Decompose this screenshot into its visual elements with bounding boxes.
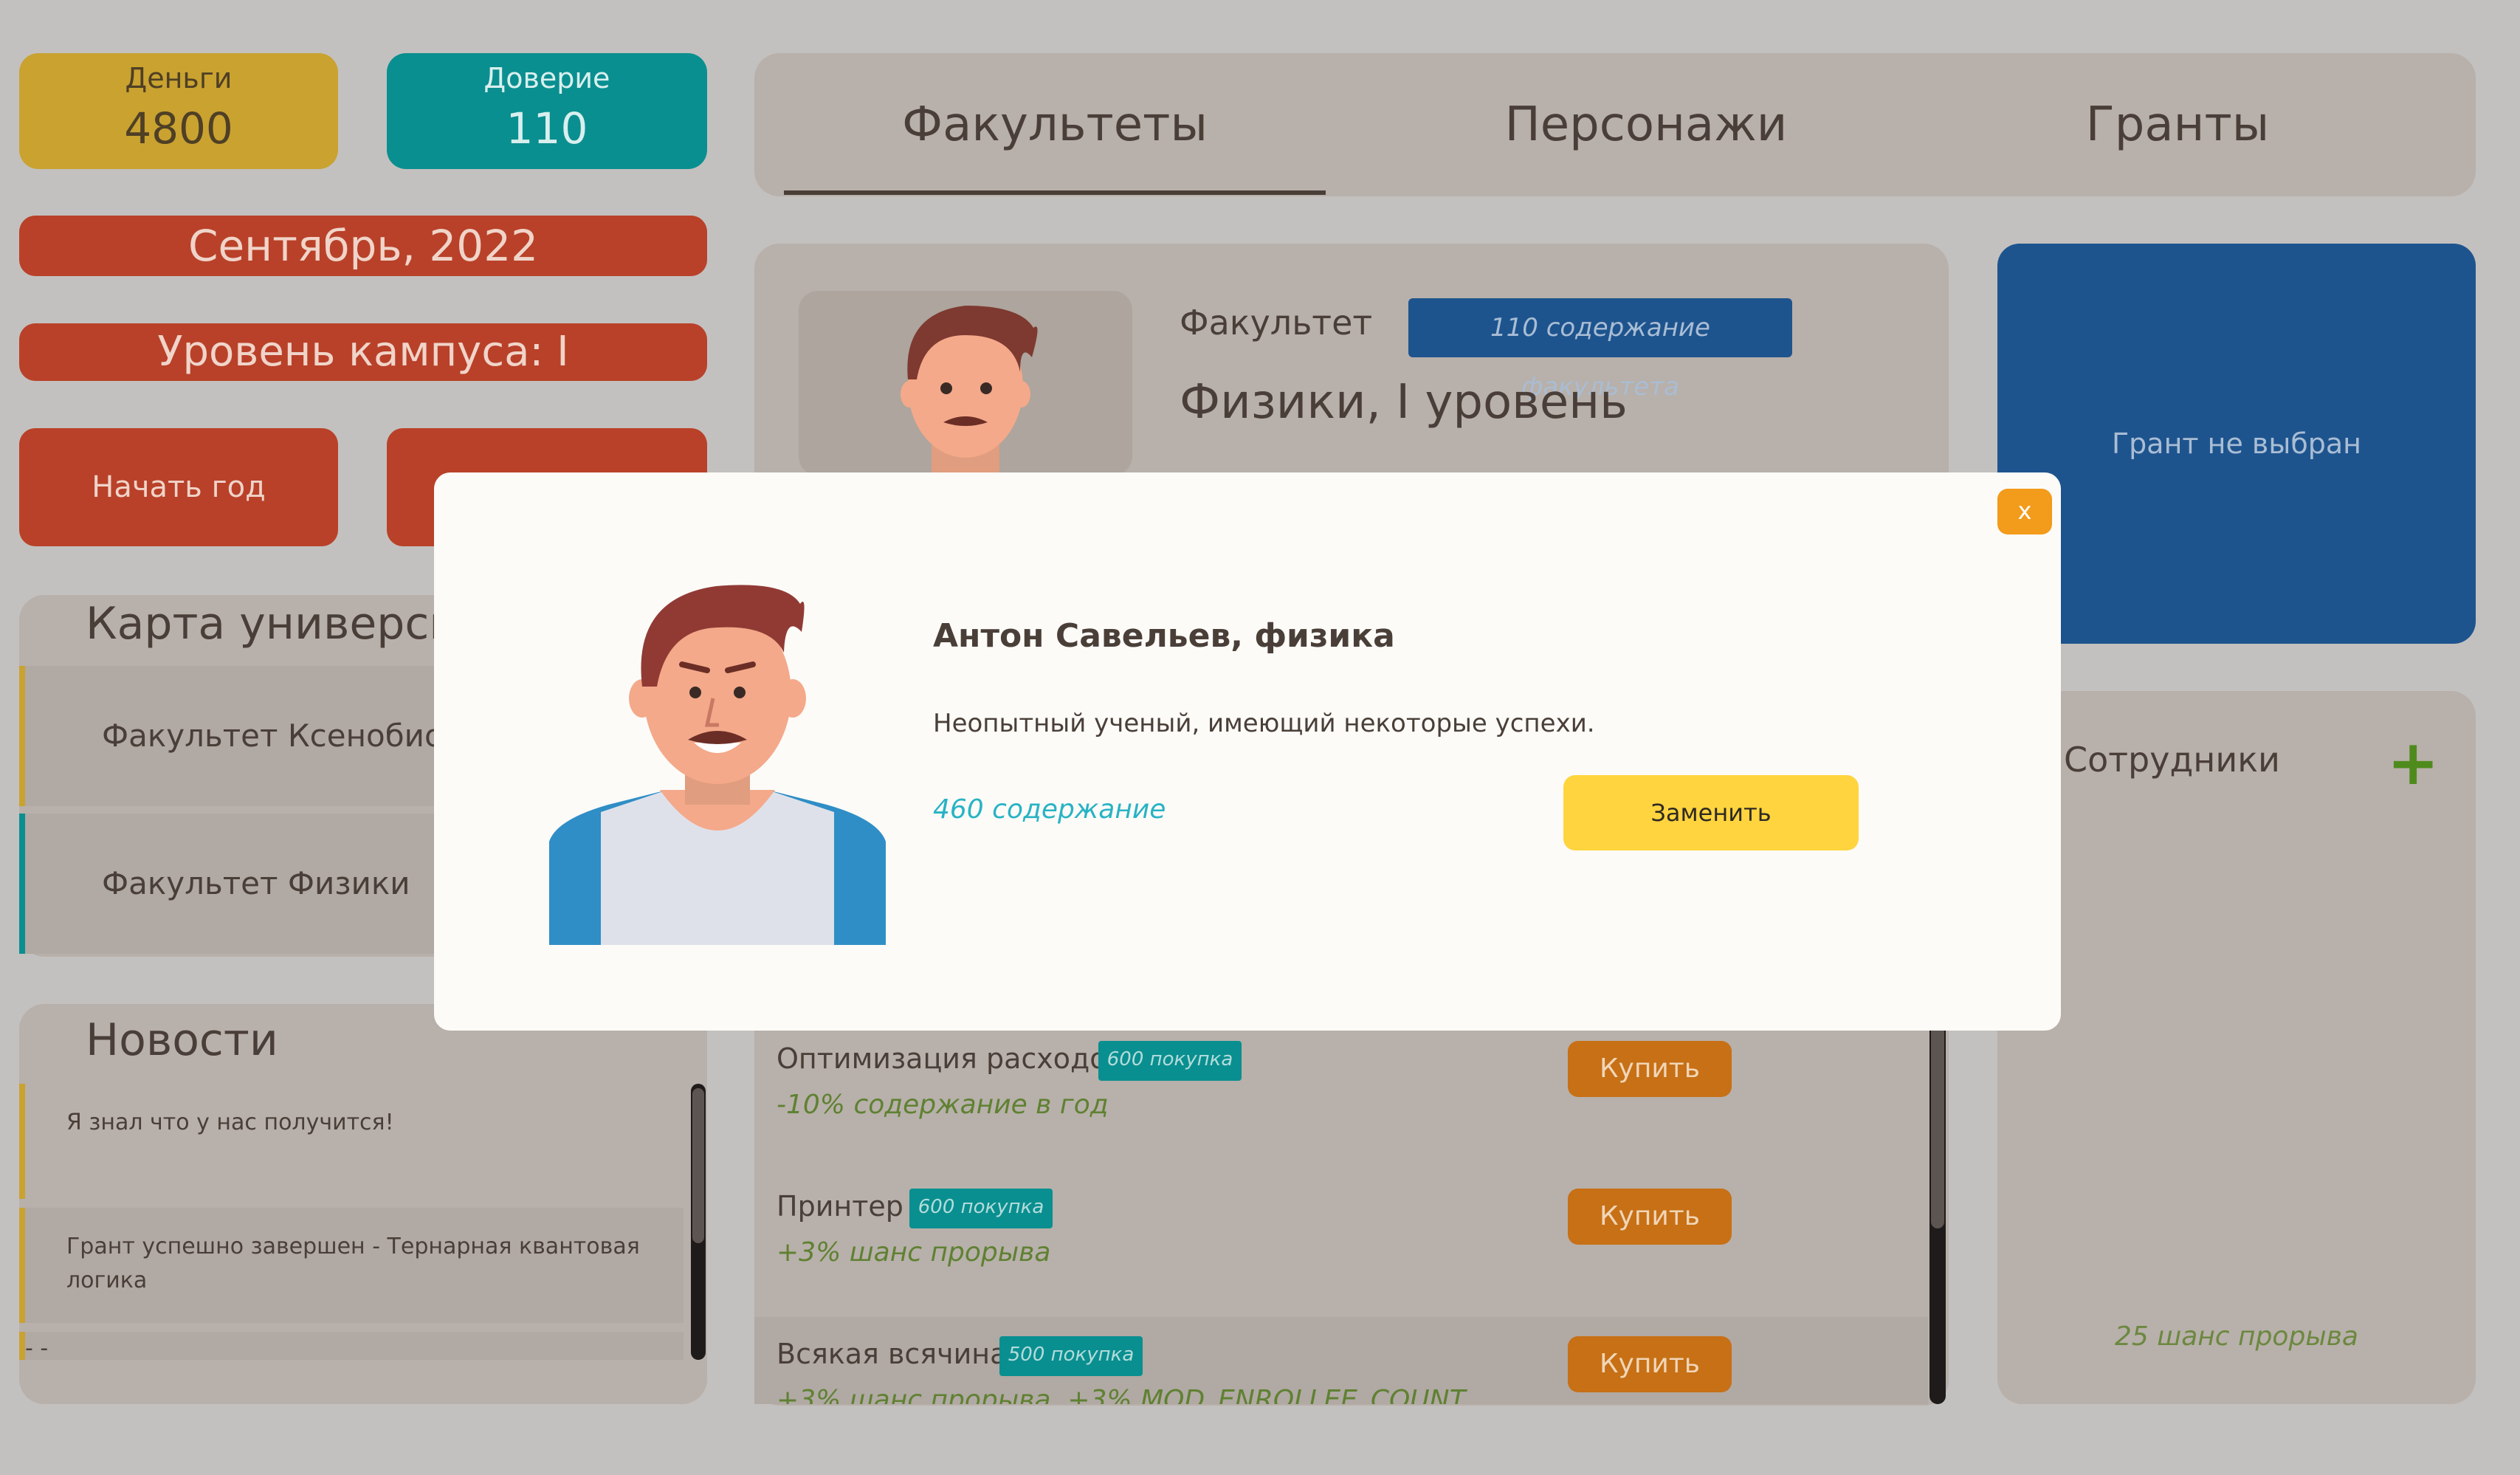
money-label: Деньги <box>125 62 233 94</box>
character-upkeep: 460 содержание <box>933 794 1166 825</box>
faculty-name: Физики, I уровень <box>1180 375 1628 430</box>
upgrade-row: Принтер 600 покупка +3% шанс прорыва Куп… <box>754 1169 1928 1314</box>
upgrade-price-badge: 600 покупка <box>1098 1041 1242 1081</box>
upgrade-name: Всякая всячина <box>777 1338 1008 1370</box>
upgrade-effect: +3% шанс прорыва <box>777 1237 1051 1268</box>
add-staff-icon[interactable]: + <box>2387 726 2439 799</box>
news-item: Я знал что у нас получится! <box>19 1084 684 1199</box>
staff-breakthrough-chance: 25 шанс прорыва <box>2115 1321 2358 1352</box>
faculty-label: Факультет <box>1180 303 1373 343</box>
upgrade-effect: +3% шанс прорыва, +3% MOD_ENROLLEE_COUNT <box>777 1385 1466 1404</box>
close-button[interactable]: x <box>1997 489 2052 534</box>
staff-title: Сотрудники <box>2064 740 2280 780</box>
character-description: Неопытный ученый, имеющий некоторые успе… <box>933 709 1595 738</box>
campus-level-display: Уровень кампуса: I <box>19 323 707 381</box>
upgrade-effect: -10% содержание в год <box>777 1090 1109 1120</box>
tab-characters[interactable]: Персонажи <box>1402 53 1890 196</box>
character-avatar-icon <box>549 585 886 945</box>
upgrade-price-badge: 600 покупка <box>909 1189 1053 1228</box>
buy-button[interactable]: Купить <box>1568 1336 1732 1392</box>
tab-faculties[interactable]: Факультеты <box>784 53 1326 196</box>
upgrade-name: Оптимизация расходов <box>777 1042 1123 1075</box>
money-value: 4800 <box>124 103 233 154</box>
news-scrollbar-thumb[interactable] <box>692 1088 704 1243</box>
buy-button[interactable]: Купить <box>1568 1041 1732 1097</box>
dean-avatar-icon <box>901 306 1038 475</box>
money-stat: Деньги 4800 <box>19 53 338 169</box>
trust-label: Доверие <box>483 62 610 94</box>
upgrade-row: Всякая всячина 500 покупка +3% шанс прор… <box>754 1317 1928 1404</box>
news-item: - - <box>19 1332 684 1361</box>
faculty-head-portrait <box>799 291 1132 475</box>
tab-grants[interactable]: Гранты <box>1919 53 2436 196</box>
upgrade-price-badge: 500 покупка <box>999 1336 1143 1376</box>
faculty-upkeep-badge: 110 содержание факультета <box>1408 298 1792 402</box>
news-title: Новости <box>86 1014 278 1066</box>
replace-button[interactable]: Заменить <box>1563 775 1859 850</box>
university-map-title: Карта университ <box>86 598 484 650</box>
trust-value: 110 <box>506 103 588 154</box>
upgrades-scrollbar-thumb[interactable] <box>1931 1022 1944 1228</box>
upgrade-name: Принтер <box>777 1190 903 1223</box>
character-name: Антон Савельев, физика <box>933 617 1395 655</box>
trust-stat: Доверие 110 <box>387 53 707 169</box>
upgrade-row: Оптимизация расходов 600 покупка -10% со… <box>754 1022 1928 1166</box>
buy-button[interactable]: Купить <box>1568 1189 1732 1245</box>
active-tab-indicator <box>784 190 1326 195</box>
grant-panel[interactable]: Грант не выбран <box>1997 244 2476 644</box>
start-year-button[interactable]: Начать год <box>19 428 338 546</box>
character-portrait <box>549 576 886 945</box>
news-item: Грант успешно завершен - Тернарная квант… <box>19 1208 684 1323</box>
date-display: Сентябрь, 2022 <box>19 216 707 276</box>
